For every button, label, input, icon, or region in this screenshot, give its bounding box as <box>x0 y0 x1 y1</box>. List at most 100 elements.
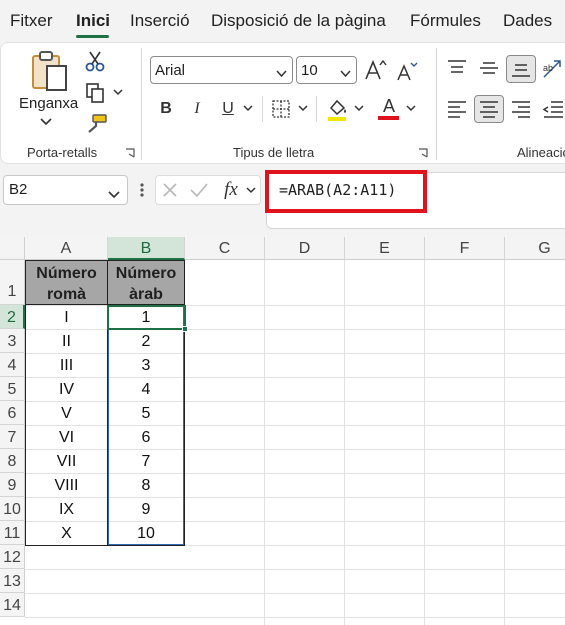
more-options-icon[interactable] <box>138 181 146 199</box>
row-header-10[interactable]: 10 <box>0 497 25 521</box>
row-header-11[interactable]: 11 <box>0 521 25 545</box>
cell-b1-line2: àrab <box>129 286 163 303</box>
enter-check-icon[interactable] <box>188 180 210 200</box>
align-middle-icon[interactable] <box>478 58 500 78</box>
row-header-5[interactable]: 5 <box>0 377 25 401</box>
align-center-icon <box>478 98 500 120</box>
cell-a10[interactable]: IX <box>25 501 108 519</box>
row-header-6[interactable]: 6 <box>0 401 25 425</box>
align-right-icon[interactable] <box>510 98 532 120</box>
cell-a3[interactable]: II <box>25 333 108 351</box>
column-header-a[interactable]: A <box>25 237 108 260</box>
underline-chevron-down-icon[interactable] <box>243 104 253 112</box>
cut-icon[interactable] <box>84 50 106 72</box>
row-header-8[interactable]: 8 <box>0 449 25 473</box>
cell-b11[interactable]: 10 <box>107 525 185 543</box>
row-header-2[interactable]: 2 <box>0 305 25 329</box>
row-header-9[interactable]: 9 <box>0 473 25 497</box>
font-dialog-launcher-icon[interactable] <box>418 148 428 158</box>
align-top-icon[interactable] <box>446 58 468 78</box>
font-size-dropdown[interactable]: 10 <box>296 56 357 84</box>
insert-function-button[interactable]: fx <box>218 178 244 202</box>
column-header-g[interactable]: G <box>505 237 565 260</box>
increase-font-size-icon[interactable] <box>364 58 388 82</box>
copy-icon[interactable] <box>84 82 106 104</box>
cell-a1-line1: Número <box>36 265 97 282</box>
cell-b7[interactable]: 6 <box>107 429 185 447</box>
cell-b3[interactable]: 2 <box>107 333 185 351</box>
orientation-icon[interactable]: ab <box>540 57 564 81</box>
tab-insercio[interactable]: Inserció <box>130 11 190 31</box>
decrease-indent-icon[interactable] <box>542 98 564 120</box>
name-box-value: B2 <box>9 181 28 198</box>
cell-b8[interactable]: 7 <box>107 453 185 471</box>
row-header-4[interactable]: 4 <box>0 353 25 377</box>
cell-b6[interactable]: 5 <box>107 405 185 423</box>
tab-disposicio[interactable]: Disposició de la pàgina <box>211 11 386 31</box>
underline-button[interactable]: U <box>219 98 237 120</box>
italic-button[interactable]: I <box>188 98 206 120</box>
cell-a7[interactable]: VI <box>25 429 108 447</box>
paste-chevron-down-icon[interactable] <box>40 117 52 127</box>
cell-a1[interactable]: Número romà <box>25 260 108 305</box>
gridline <box>25 593 565 594</box>
cell-a5[interactable]: IV <box>25 381 108 399</box>
column-header-d[interactable]: D <box>265 237 345 260</box>
fill-handle[interactable] <box>182 326 188 332</box>
cell-a4[interactable]: III <box>25 357 108 375</box>
tab-fitxer[interactable]: Fitxer <box>10 11 53 31</box>
paste-icon[interactable] <box>30 50 70 92</box>
tab-formules[interactable]: Fórmules <box>410 11 481 31</box>
cell-a2[interactable]: I <box>25 309 108 327</box>
borders-chevron-down-icon[interactable] <box>298 104 308 112</box>
cell-a6[interactable]: V <box>25 405 108 423</box>
cell-b9[interactable]: 8 <box>107 477 185 495</box>
align-left-icon[interactable] <box>446 98 468 120</box>
align-bottom-icon <box>510 58 532 80</box>
row-header-3[interactable]: 3 <box>0 329 25 353</box>
row-header-14[interactable]: 14 <box>0 593 25 617</box>
cell-a9[interactable]: VIII <box>25 477 108 495</box>
font-color-swatch <box>378 116 399 120</box>
font-separator <box>316 96 317 122</box>
column-header-f[interactable]: F <box>425 237 505 260</box>
gridline <box>504 260 505 625</box>
cell-a11[interactable]: X <box>25 525 108 543</box>
cell-a8[interactable]: VII <box>25 453 108 471</box>
row-header-12[interactable]: 12 <box>0 545 25 569</box>
row-header-13[interactable]: 13 <box>0 569 25 593</box>
name-box[interactable]: B2 <box>3 175 128 205</box>
cell-b10[interactable]: 9 <box>107 501 185 519</box>
select-all-corner[interactable] <box>0 237 25 260</box>
fill-color-chevron-down-icon[interactable] <box>354 104 364 112</box>
tab-dades[interactable]: Dades <box>503 11 552 31</box>
fill-color-icon[interactable] <box>325 96 349 122</box>
column-header-c[interactable]: C <box>185 237 265 260</box>
font-name-dropdown[interactable]: Arial <box>150 56 293 84</box>
row-header-7[interactable]: 7 <box>0 425 25 449</box>
column-header-e[interactable]: E <box>345 237 425 260</box>
fx-chevron-down-icon[interactable] <box>246 186 256 194</box>
column-header-b[interactable]: B <box>108 237 185 260</box>
format-painter-icon[interactable] <box>84 113 108 135</box>
tab-inici[interactable]: Inici <box>76 11 110 31</box>
cell-b1[interactable]: Número àrab <box>107 260 185 305</box>
font-color-button[interactable]: A <box>377 96 401 116</box>
row-header-1[interactable]: 1 <box>0 260 25 305</box>
borders-icon[interactable] <box>270 98 292 120</box>
font-size-chevron-down-icon <box>340 65 351 82</box>
decrease-font-size-icon[interactable] <box>396 60 418 82</box>
copy-chevron-down-icon[interactable] <box>113 88 123 96</box>
gridline <box>264 260 265 625</box>
paste-label[interactable]: Enganxa <box>19 95 78 112</box>
ribbon-separator <box>141 48 142 160</box>
active-cell-selection <box>107 305 186 330</box>
cell-b5[interactable]: 4 <box>107 381 185 399</box>
cancel-icon[interactable] <box>160 180 180 200</box>
cell-b1-line1: Número <box>115 265 177 282</box>
cell-b4[interactable]: 3 <box>107 357 185 375</box>
active-tab-indicator <box>76 35 109 38</box>
font-color-chevron-down-icon[interactable] <box>406 104 416 112</box>
clipboard-dialog-launcher-icon[interactable] <box>125 148 135 158</box>
bold-button[interactable]: B <box>157 98 175 120</box>
